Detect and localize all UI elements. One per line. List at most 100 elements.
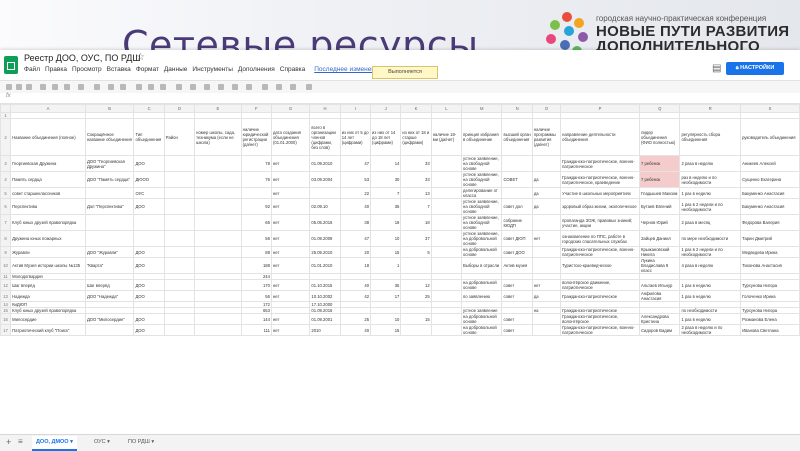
- toolbar-tool-icon[interactable]: [26, 84, 32, 90]
- table-cell[interactable]: нет: [270, 214, 311, 231]
- table-cell[interactable]: 76: [240, 171, 272, 188]
- row-number[interactable]: 7: [0, 214, 12, 231]
- table-cell[interactable]: 7 ребенок: [638, 155, 681, 172]
- toolbar-tool-icon[interactable]: [218, 84, 224, 90]
- table-cell[interactable]: 25.09.2010: [309, 246, 341, 258]
- table-cell[interactable]: Гражданско-патриотическое, военно-патрио…: [560, 246, 640, 258]
- row-number[interactable]: 6: [0, 198, 12, 215]
- table-cell[interactable]: Тарин Дмитрий: [740, 230, 800, 247]
- table-cell[interactable]: 17: [370, 290, 402, 302]
- table-cell[interactable]: ДОО "Надежда": [84, 290, 135, 302]
- toolbar-tool-icon[interactable]: [94, 84, 100, 90]
- table-cell[interactable]: 56: [240, 290, 272, 302]
- table-cell[interactable]: [163, 155, 196, 172]
- table-cell[interactable]: совет: [501, 279, 533, 291]
- column-title[interactable]: из них от 5 до 14 лет (цифрами): [339, 118, 372, 156]
- table-cell[interactable]: совет: [501, 290, 533, 302]
- table-cell[interactable]: [430, 187, 463, 199]
- column-title[interactable]: регулярность сбора объединения: [679, 118, 742, 156]
- column-header[interactable]: I: [339, 104, 372, 113]
- table-cell[interactable]: [400, 324, 432, 336]
- toolbar-tool-icon[interactable]: [262, 84, 268, 90]
- table-cell[interactable]: 2 раза в месяц: [679, 214, 742, 231]
- table-cell[interactable]: [163, 171, 196, 188]
- table-cell[interactable]: Бакуменко Анастасия: [740, 198, 800, 215]
- table-cell[interactable]: Крыжановский Никита: [638, 246, 681, 258]
- sheets-logo-icon[interactable]: [4, 56, 18, 74]
- table-cell[interactable]: Сущенко Екатерина: [740, 171, 800, 188]
- toolbar-tool-icon[interactable]: [176, 84, 182, 90]
- column-title[interactable]: наличие юридической регистрации (да/нет): [240, 118, 272, 156]
- table-cell[interactable]: Зайцев Даниил: [638, 230, 681, 247]
- table-cell[interactable]: на добровольной основе: [461, 279, 503, 291]
- menu-item[interactable]: Вставка: [107, 66, 131, 73]
- table-cell[interactable]: Тихонова Анастасия: [740, 257, 800, 274]
- menu-item[interactable]: Дополнения: [238, 66, 275, 73]
- toolbar-tool-icon[interactable]: [120, 84, 126, 90]
- spreadsheet-grid[interactable]: ABCDEFGHIJKLMNOPQRS 1 2 Название объединен…: [0, 104, 800, 434]
- toolbar-tool-icon[interactable]: [306, 84, 312, 90]
- table-cell[interactable]: ДОО "Георгиевская Дружина": [84, 155, 135, 172]
- menu-item[interactable]: Формат: [136, 66, 159, 73]
- row-number[interactable]: 13: [0, 290, 12, 302]
- column-header[interactable]: P: [560, 104, 640, 113]
- table-cell[interactable]: нет: [270, 257, 311, 274]
- table-cell[interactable]: Дружина юных пожарных: [10, 230, 86, 247]
- table-cell[interactable]: 111: [240, 324, 272, 336]
- table-cell[interactable]: ДОО: [133, 279, 165, 291]
- table-cell[interactable]: совет старшеклассников: [10, 187, 86, 199]
- toolbar-tool-icon[interactable]: [148, 84, 154, 90]
- table-cell[interactable]: [194, 230, 242, 247]
- table-cell[interactable]: 01.09.2010: [309, 155, 341, 172]
- table-cell[interactable]: нет: [270, 324, 311, 336]
- column-header[interactable]: F: [240, 104, 272, 113]
- table-cell[interactable]: совет дол: [501, 198, 533, 215]
- table-cell[interactable]: 05.05.2016: [309, 214, 341, 231]
- table-cell[interactable]: 47: [339, 230, 372, 247]
- table-cell[interactable]: 01.01.2010: [309, 257, 341, 274]
- table-cell[interactable]: [430, 230, 463, 247]
- table-cell[interactable]: 88: [240, 246, 272, 258]
- table-cell[interactable]: Патриотический клуб "Поиск": [10, 324, 86, 336]
- table-cell[interactable]: 25: [339, 313, 372, 325]
- table-cell[interactable]: 5: [400, 246, 432, 258]
- table-cell[interactable]: Медведева Ирина: [740, 246, 800, 258]
- table-cell[interactable]: 22: [339, 187, 372, 199]
- table-cell[interactable]: ДОО: [133, 155, 165, 172]
- table-cell[interactable]: [430, 279, 463, 291]
- column-title[interactable]: Тип объединения: [133, 118, 165, 156]
- table-cell[interactable]: [194, 279, 242, 291]
- table-cell[interactable]: Гражданско-патриотическое: [560, 290, 640, 302]
- table-cell[interactable]: [163, 187, 196, 199]
- table-cell[interactable]: 144: [240, 313, 272, 325]
- table-cell[interactable]: 188: [240, 257, 272, 274]
- table-cell[interactable]: ДОО: [133, 198, 165, 215]
- table-cell[interactable]: [531, 214, 562, 231]
- table-cell[interactable]: 78: [240, 155, 272, 172]
- table-cell[interactable]: 15: [400, 313, 432, 325]
- table-cell[interactable]: Гладышев Максим: [638, 187, 681, 199]
- table-cell[interactable]: 25: [400, 290, 432, 302]
- column-header[interactable]: L: [430, 104, 463, 113]
- table-cell[interactable]: [531, 324, 562, 336]
- add-sheet-icon[interactable]: +: [6, 437, 11, 447]
- table-cell[interactable]: на добровольной основе: [461, 324, 503, 336]
- menu-item[interactable]: Данные: [164, 66, 187, 73]
- table-cell[interactable]: нет: [270, 290, 311, 302]
- column-title[interactable]: лидер объединения (ФИО полностью): [638, 118, 681, 156]
- table-cell[interactable]: нет: [270, 171, 311, 188]
- toolbar-tool-icon[interactable]: [78, 84, 84, 90]
- table-cell[interactable]: Актив Музея истории школы №135: [10, 257, 86, 274]
- table-cell[interactable]: 35: [370, 279, 402, 291]
- table-cell[interactable]: Розманова Елена: [740, 313, 800, 325]
- toolbar-tool-icon[interactable]: [190, 84, 196, 90]
- table-cell[interactable]: [194, 313, 242, 325]
- table-cell[interactable]: раз в неделю и по необходимости: [679, 171, 742, 188]
- table-cell[interactable]: 40: [339, 279, 372, 291]
- column-title[interactable]: всего в организации членов (цифрами, без…: [309, 118, 341, 156]
- table-cell[interactable]: 01.09.2009: [309, 230, 341, 247]
- column-title[interactable]: Название объединения (полное): [10, 118, 86, 156]
- column-title[interactable]: Район: [163, 118, 196, 156]
- table-cell[interactable]: 92: [240, 198, 272, 215]
- table-cell[interactable]: Альтаев Ильнур: [638, 279, 681, 291]
